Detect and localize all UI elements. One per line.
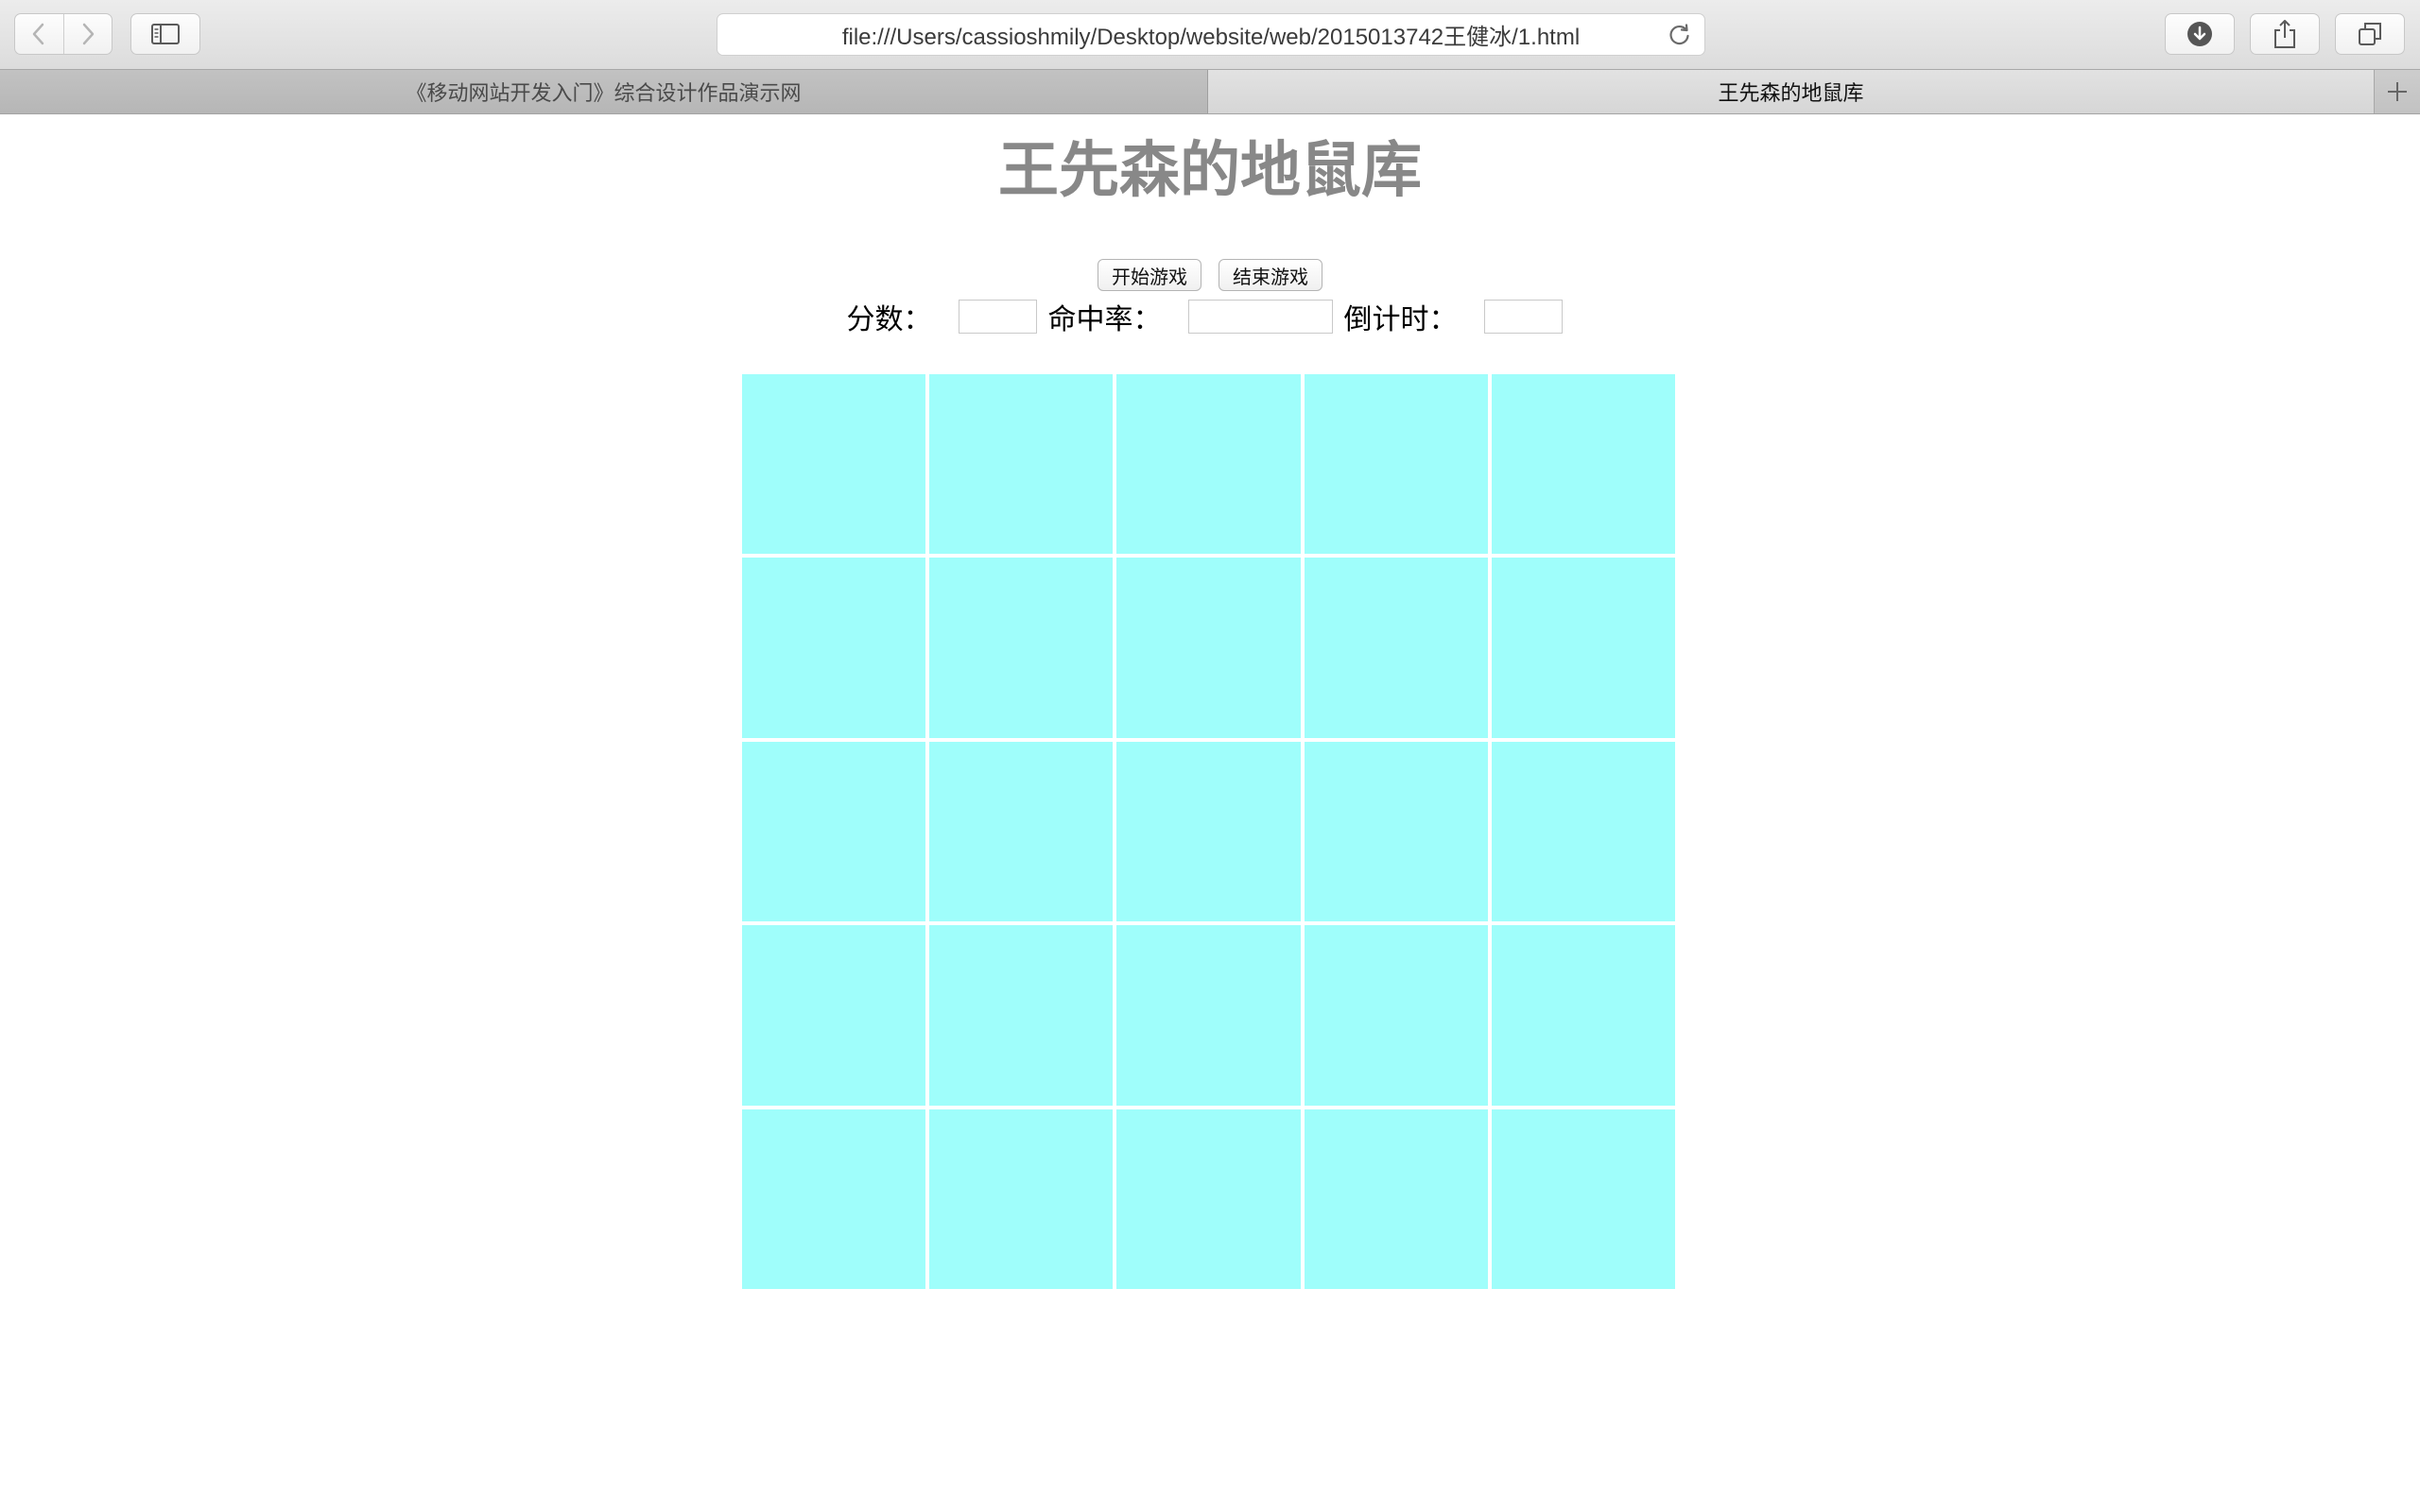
mole-hole-cell[interactable] xyxy=(1116,374,1301,555)
chevron-right-icon xyxy=(82,23,94,45)
mole-hole-cell[interactable] xyxy=(1304,374,1488,555)
sidebar-icon xyxy=(151,24,180,44)
tabs-overview-button[interactable] xyxy=(2335,13,2405,55)
mole-hole-cell[interactable] xyxy=(742,558,926,738)
end-game-button[interactable]: 结束游戏 xyxy=(1219,259,1322,291)
countdown-label: 倒计时： xyxy=(1343,303,1458,336)
game-stats: 分数： 命中率： 倒计时： xyxy=(0,298,2420,336)
countdown-field[interactable] xyxy=(1483,300,1563,334)
share-button[interactable] xyxy=(2250,13,2320,55)
page-content: 王先森的地鼠库 开始游戏 结束游戏 分数： 命中率： 倒计时： xyxy=(0,114,2420,1512)
mole-hole-cell[interactable] xyxy=(1304,741,1488,922)
mole-hole-cell[interactable] xyxy=(1116,1108,1301,1289)
mole-hole-cell[interactable] xyxy=(1116,558,1301,738)
chevron-left-icon xyxy=(33,23,44,45)
forward-button[interactable] xyxy=(62,14,112,54)
mole-grid xyxy=(742,374,1675,1289)
mole-hole-cell[interactable] xyxy=(742,374,926,555)
mole-hole-cell[interactable] xyxy=(1491,1108,1675,1289)
game-controls: 开始游戏 结束游戏 xyxy=(0,259,2420,291)
navigation-buttons xyxy=(14,13,112,55)
mole-hole-cell[interactable] xyxy=(1491,374,1675,555)
reload-icon[interactable] xyxy=(1667,22,1693,48)
mole-hole-cell[interactable] xyxy=(742,925,926,1106)
tabs-overview-icon xyxy=(2359,23,2381,45)
page-title: 王先森的地鼠库 xyxy=(998,135,1422,206)
download-icon xyxy=(2187,22,2212,46)
sidebar-button[interactable] xyxy=(130,13,200,55)
hit-rate-label: 命中率： xyxy=(1047,303,1162,336)
tab-whack-a-mole[interactable]: 王先森的地鼠库 xyxy=(1208,70,2375,113)
tab-bar: 《移动网站开发入门》综合设计作品演示网 王先森的地鼠库 xyxy=(0,69,2420,114)
mole-hole-cell[interactable] xyxy=(1491,558,1675,738)
mole-hole-cell[interactable] xyxy=(1304,1108,1488,1289)
share-icon xyxy=(2274,20,2295,48)
new-tab-button[interactable] xyxy=(2375,70,2420,113)
mole-hole-cell[interactable] xyxy=(1116,741,1301,922)
browser-toolbar: file:///Users/cassioshmily/Desktop/websi… xyxy=(0,0,2420,69)
mole-hole-cell[interactable] xyxy=(742,1108,926,1289)
mole-hole-cell[interactable] xyxy=(742,741,926,922)
mole-hole-cell[interactable] xyxy=(1491,741,1675,922)
plus-icon xyxy=(2388,82,2407,101)
mole-hole-cell[interactable] xyxy=(929,374,1114,555)
downloads-button[interactable] xyxy=(2165,13,2235,55)
tab-showcase[interactable]: 《移动网站开发入门》综合设计作品演示网 xyxy=(0,70,1208,113)
mole-hole-cell[interactable] xyxy=(929,1108,1114,1289)
tab-label: 王先森的地鼠库 xyxy=(1718,82,1864,106)
mole-hole-cell[interactable] xyxy=(1491,925,1675,1106)
start-game-button[interactable]: 开始游戏 xyxy=(1098,259,1201,291)
mole-hole-cell[interactable] xyxy=(929,741,1114,922)
mole-hole-cell[interactable] xyxy=(1304,558,1488,738)
mole-hole-cell[interactable] xyxy=(929,558,1114,738)
back-button[interactable] xyxy=(15,14,63,54)
hit-rate-field[interactable] xyxy=(1187,300,1333,334)
mole-hole-cell[interactable] xyxy=(1304,925,1488,1106)
url-text: file:///Users/cassioshmily/Desktop/websi… xyxy=(841,25,1581,50)
mole-hole-cell[interactable] xyxy=(929,925,1114,1106)
score-field[interactable] xyxy=(958,300,1037,334)
score-label: 分数： xyxy=(846,303,932,336)
mole-hole-cell[interactable] xyxy=(1116,925,1301,1106)
tab-label: 《移动网站开发入门》综合设计作品演示网 xyxy=(406,82,802,106)
address-bar[interactable]: file:///Users/cassioshmily/Desktop/websi… xyxy=(717,13,1705,56)
